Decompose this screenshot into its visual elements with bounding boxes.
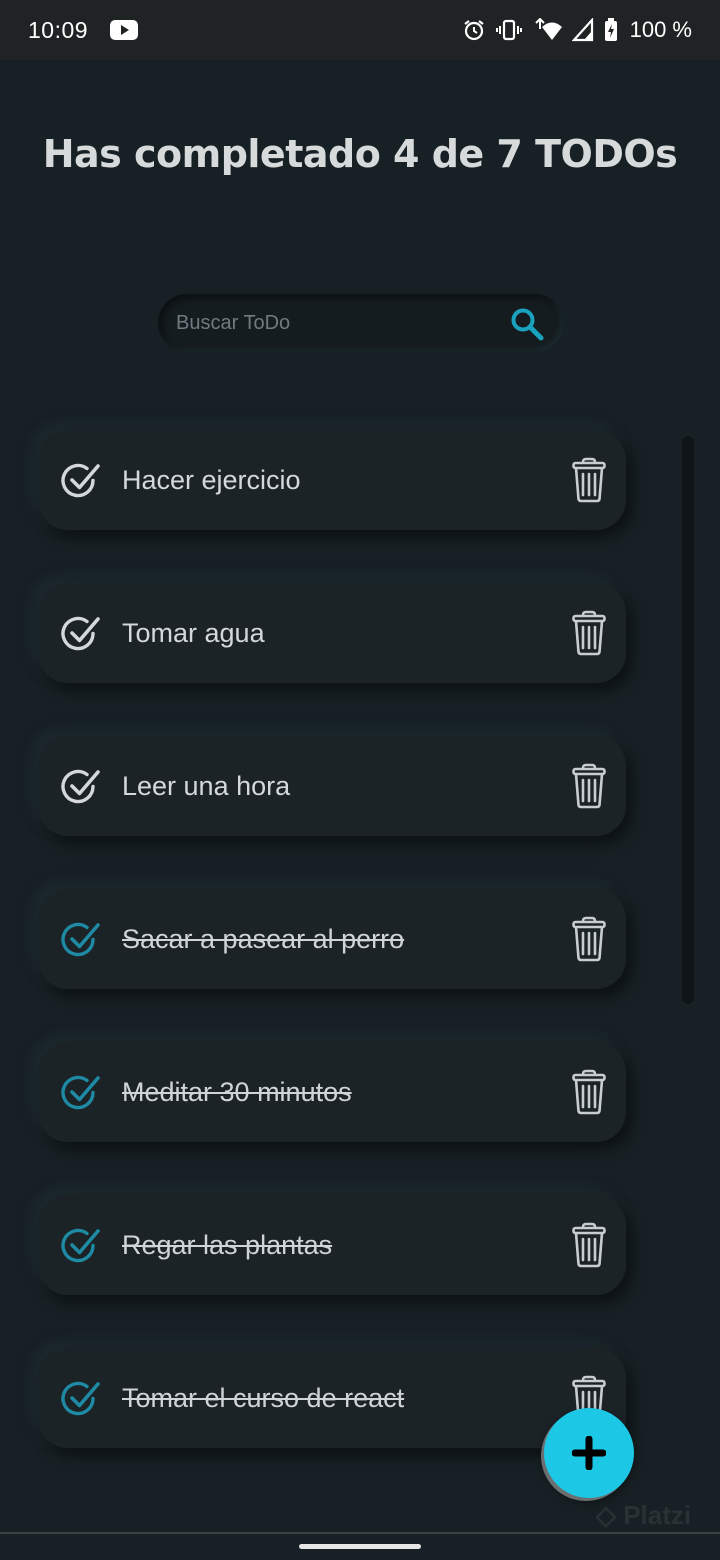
todo-text: Hacer ejercicio <box>122 465 301 495</box>
todo-item: Leer una hora <box>38 736 626 836</box>
page-title: Has completado 4 de 7 TODOs <box>42 132 678 176</box>
app-screen: 10:09 100 % Has completado 4 de 7 TODOs … <box>0 0 720 1560</box>
todo-text: Meditar 30 minutos <box>122 1077 352 1107</box>
home-indicator[interactable] <box>299 1544 421 1549</box>
check-icon[interactable] <box>60 1378 102 1420</box>
search-icon[interactable] <box>510 307 544 341</box>
status-left: 10:09 <box>28 16 139 44</box>
status-right: 100 % <box>462 17 692 43</box>
plus-icon <box>572 1436 606 1470</box>
battery-icon <box>604 18 617 41</box>
search-bar <box>158 294 564 352</box>
wifi-icon <box>534 18 562 40</box>
check-icon[interactable] <box>60 766 102 808</box>
search-input[interactable] <box>176 294 496 352</box>
trash-icon[interactable] <box>572 457 606 503</box>
battery-percent: 100 % <box>629 17 692 42</box>
todo-text: Regar las plantas <box>122 1230 333 1260</box>
todo-text: Tomar agua <box>122 618 265 648</box>
todo-text: Sacar a pasear al perro <box>122 924 405 954</box>
check-icon[interactable] <box>60 919 102 961</box>
todo-item: Tomar el curso de react <box>38 1348 626 1448</box>
check-icon[interactable] <box>60 613 102 655</box>
trash-icon[interactable] <box>572 763 606 809</box>
todo-item: Tomar agua <box>38 583 626 683</box>
todo-item: Regar las plantas <box>38 1195 626 1295</box>
check-icon[interactable] <box>60 460 102 502</box>
check-icon[interactable] <box>60 1072 102 1114</box>
todo-text: Leer una hora <box>122 771 291 801</box>
check-icon[interactable] <box>60 1225 102 1267</box>
signal-icon <box>571 18 593 42</box>
todo-item: Meditar 30 minutos <box>38 1042 626 1142</box>
trash-icon[interactable] <box>572 916 606 962</box>
youtube-icon <box>110 20 139 40</box>
status-time: 10:09 <box>28 16 89 43</box>
watermark-logo: ◇ Platzi <box>596 1500 692 1530</box>
alarm-icon <box>463 20 484 41</box>
todo-item: Hacer ejercicio <box>38 430 626 530</box>
trash-icon[interactable] <box>572 610 606 656</box>
scrollbar[interactable] <box>682 436 694 1004</box>
trash-icon[interactable] <box>572 1069 606 1115</box>
trash-icon[interactable] <box>572 1222 606 1268</box>
add-todo-button[interactable] <box>544 1408 634 1498</box>
todo-item: Sacar a pasear al perro <box>38 889 626 989</box>
status-bar: 10:09 100 % <box>0 0 720 60</box>
todo-text: Tomar el curso de react <box>122 1383 405 1413</box>
nav-divider <box>0 1532 720 1534</box>
vibrate-icon <box>495 19 522 41</box>
